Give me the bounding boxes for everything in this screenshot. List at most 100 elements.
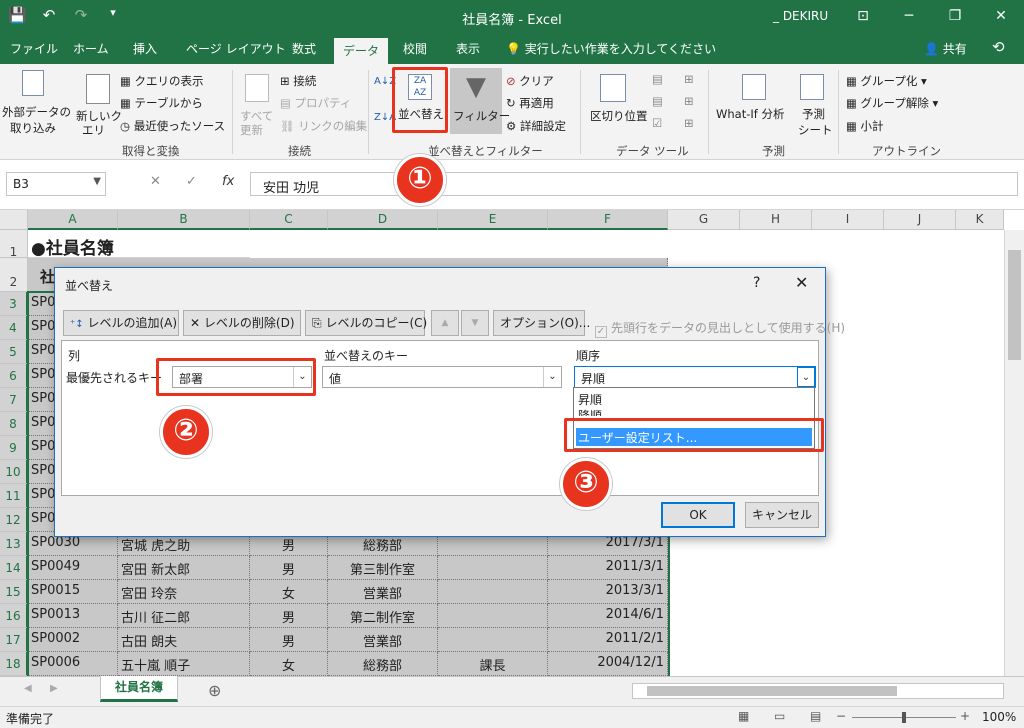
column-header-j[interactable]: J bbox=[884, 210, 956, 230]
tab-home[interactable]: ホーム bbox=[73, 40, 109, 57]
from-table-button[interactable]: ▦ テーブルから bbox=[120, 95, 203, 111]
row-header[interactable]: 1 bbox=[0, 230, 28, 259]
row-header[interactable]: 13 bbox=[0, 532, 28, 556]
options-button[interactable]: オプション(O)... bbox=[493, 310, 590, 336]
row-header[interactable]: 11 bbox=[0, 484, 28, 508]
cancel-button[interactable]: キャンセル bbox=[745, 502, 819, 528]
refresh-all-icon[interactable] bbox=[245, 74, 269, 102]
zoom-out-icon[interactable]: − bbox=[836, 709, 846, 723]
row-header[interactable]: 3 bbox=[0, 292, 28, 316]
page-layout-view-icon[interactable]: ▭ bbox=[774, 709, 785, 723]
sheet-title-cell[interactable]: ●社員名簿 bbox=[28, 230, 250, 258]
name-box[interactable]: B3 ▼ bbox=[6, 172, 106, 196]
column-header-d[interactable]: D bbox=[328, 210, 438, 230]
external-data-label-2[interactable]: 取り込み bbox=[10, 120, 56, 136]
sort-key-combo[interactable]: 値 ⌄ bbox=[322, 366, 562, 388]
tab-insert[interactable]: 挿入 bbox=[133, 40, 157, 57]
remove-duplicates-icon[interactable]: ▤ bbox=[652, 94, 663, 108]
properties-button[interactable]: ▤ プロパティ bbox=[280, 95, 351, 111]
formula-input[interactable]: 安田 功児 bbox=[250, 172, 1018, 196]
row-header[interactable]: 5 bbox=[0, 340, 28, 364]
history-icon[interactable]: ⟲ bbox=[992, 38, 1005, 56]
text-to-columns-icon[interactable] bbox=[600, 74, 626, 102]
row-header[interactable]: 17 bbox=[0, 628, 28, 652]
add-level-button[interactable]: ⁺↕ レベルの追加(A) bbox=[63, 310, 179, 336]
chevron-down-icon[interactable]: ▼ bbox=[93, 176, 101, 187]
row-header[interactable]: 6 bbox=[0, 364, 28, 388]
normal-view-icon[interactable]: ▦ bbox=[738, 709, 749, 723]
column-header-a[interactable]: A bbox=[28, 210, 118, 230]
column-header-e[interactable]: E bbox=[438, 210, 548, 230]
forecast-sheet-icon[interactable] bbox=[800, 74, 824, 100]
row-header[interactable]: 16 bbox=[0, 604, 28, 628]
forecast-sheet-label-1[interactable]: 予測 bbox=[802, 106, 825, 122]
show-queries-button[interactable]: ▦ クエリの表示 bbox=[120, 73, 204, 89]
reapply-button[interactable]: ↻ 再適用 bbox=[506, 95, 554, 111]
advanced-button[interactable]: ⚙ 詳細設定 bbox=[506, 118, 566, 134]
relationships-icon[interactable]: ⊞ bbox=[684, 94, 694, 108]
minimize-icon[interactable]: ─ bbox=[886, 0, 932, 34]
external-data-icon[interactable] bbox=[22, 70, 44, 96]
scroll-left-icon[interactable]: ◀ bbox=[24, 683, 32, 694]
sort-order-combo[interactable]: 昇順 ⌄ bbox=[574, 366, 816, 388]
column-header-i[interactable]: I bbox=[812, 210, 884, 230]
move-up-button[interactable]: ▲ bbox=[431, 310, 459, 336]
row-header[interactable]: 14 bbox=[0, 556, 28, 580]
order-option-descending[interactable]: 降順 bbox=[576, 406, 812, 416]
column-header-k[interactable]: K bbox=[956, 210, 1004, 230]
tell-me-search[interactable]: 💡 実行したい作業を入力してください bbox=[506, 40, 716, 57]
row-header[interactable]: 18 bbox=[0, 652, 28, 676]
ungroup-button[interactable]: ▦ グループ解除 ▾ bbox=[846, 95, 938, 111]
enter-icon[interactable]: ✓ bbox=[186, 174, 197, 189]
header-row-checkbox[interactable]: ✓ 先頭行をデータの見出しとして使用する(H) bbox=[595, 319, 845, 338]
zoom-slider-thumb[interactable] bbox=[902, 712, 906, 723]
copy-level-button[interactable]: ⎘ レベルのコピー(C) bbox=[305, 310, 427, 336]
column-header-c[interactable]: C bbox=[250, 210, 328, 230]
scroll-thumb[interactable] bbox=[1008, 250, 1021, 360]
column-header-h[interactable]: H bbox=[740, 210, 812, 230]
consolidate-icon[interactable]: ⊞ bbox=[684, 72, 694, 86]
connections-button[interactable]: ⊞ 接続 bbox=[280, 73, 316, 89]
insert-function-icon[interactable]: fx bbox=[222, 174, 234, 189]
ribbon-display-icon[interactable]: ⊡ bbox=[840, 0, 886, 34]
scroll-right-icon[interactable]: ▶ bbox=[50, 683, 58, 694]
forecast-sheet-label-2[interactable]: シート bbox=[798, 122, 833, 138]
tab-file[interactable]: ファイル bbox=[10, 40, 58, 57]
cancel-icon[interactable]: ✕ bbox=[150, 174, 161, 189]
chevron-down-icon[interactable]: ⌄ bbox=[543, 367, 561, 387]
user-name[interactable]: _ DEKIRU bbox=[773, 9, 828, 23]
share-button[interactable]: 👤 共有 bbox=[924, 40, 967, 57]
tab-data[interactable]: データ bbox=[334, 38, 389, 64]
what-if-icon[interactable] bbox=[742, 74, 766, 100]
data-validation-icon[interactable]: ☑ bbox=[652, 116, 662, 130]
help-icon[interactable]: ? bbox=[753, 275, 760, 291]
row-header[interactable]: 8 bbox=[0, 412, 28, 436]
ok-button[interactable]: OK bbox=[661, 502, 735, 528]
tab-review[interactable]: 校閲 bbox=[403, 40, 427, 57]
new-query-icon[interactable] bbox=[86, 74, 110, 104]
select-all-corner[interactable] bbox=[0, 210, 28, 230]
row-header[interactable]: 10 bbox=[0, 460, 28, 484]
row-header[interactable]: 2 bbox=[0, 258, 28, 292]
external-data-label-1[interactable]: 外部データの bbox=[2, 104, 71, 120]
row-header[interactable]: 7 bbox=[0, 388, 28, 412]
text-to-columns-label[interactable]: 区切り位置 bbox=[590, 108, 648, 124]
new-query-label-2[interactable]: エリ bbox=[82, 122, 105, 138]
scroll-thumb[interactable] bbox=[647, 686, 897, 696]
row-header[interactable]: 12 bbox=[0, 508, 28, 532]
column-header-f[interactable]: F bbox=[548, 210, 668, 230]
clear-button[interactable]: ⊘ クリア bbox=[506, 73, 554, 89]
tab-page-layout[interactable]: ページ レイアウト bbox=[186, 40, 286, 57]
vertical-scrollbar[interactable] bbox=[1004, 230, 1024, 676]
group-button[interactable]: ▦ グループ化 ▾ bbox=[846, 73, 927, 89]
tab-formulas[interactable]: 数式 bbox=[292, 40, 316, 57]
data-model-icon[interactable]: ⊞ bbox=[684, 116, 694, 130]
zoom-level[interactable]: 100% bbox=[982, 710, 1016, 724]
chevron-down-icon[interactable]: ⌄ bbox=[797, 367, 815, 387]
refresh-all-label-2[interactable]: 更新 bbox=[240, 122, 263, 138]
sheet-tab-active[interactable]: 社員名簿 bbox=[100, 676, 178, 702]
add-sheet-icon[interactable]: ⊕ bbox=[208, 681, 221, 700]
recent-sources-button[interactable]: ◷ 最近使ったソース bbox=[120, 118, 225, 134]
column-header-b[interactable]: B bbox=[118, 210, 250, 230]
restore-icon[interactable]: ❐ bbox=[932, 0, 978, 34]
